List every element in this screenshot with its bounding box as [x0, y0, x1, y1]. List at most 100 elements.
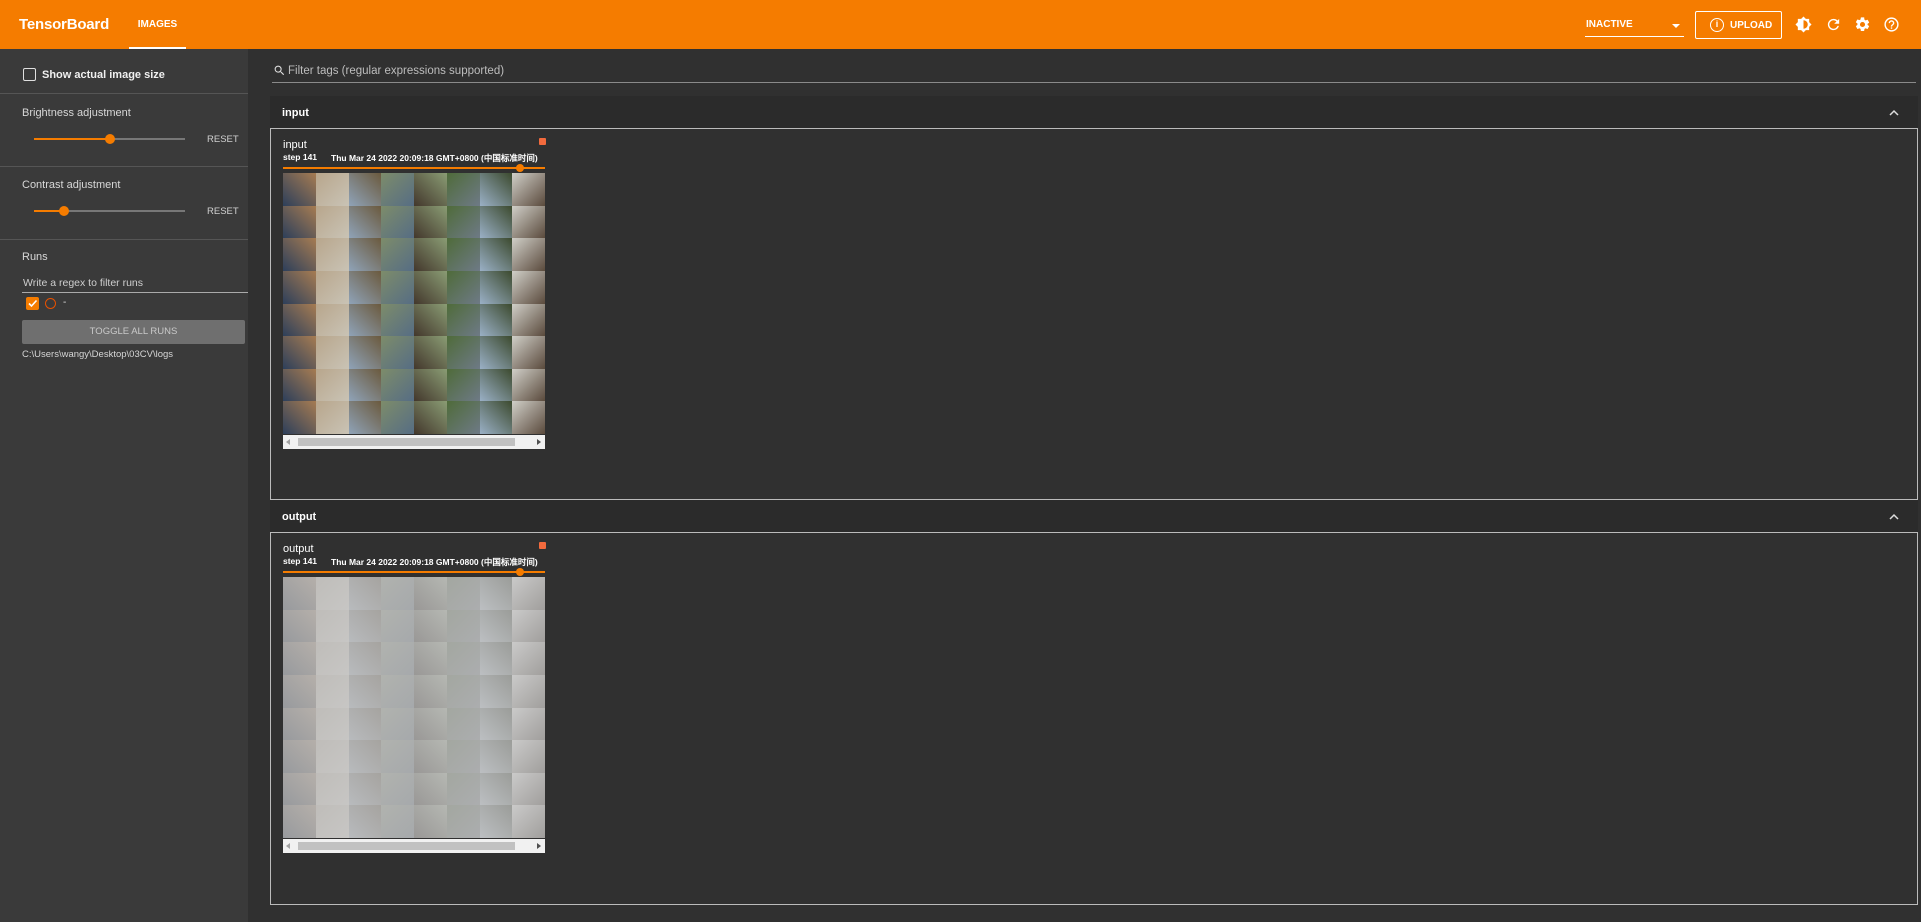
run-color-icon[interactable]: [45, 298, 56, 309]
image-thumbnail: [479, 707, 513, 741]
image-thumbnail: [512, 642, 545, 675]
image-thumbnail: [315, 642, 349, 675]
image-thumbnail: [479, 173, 513, 206]
upload-button[interactable]: i UPLOAD: [1695, 11, 1782, 39]
search-icon: [274, 65, 285, 76]
tag-group-header[interactable]: output: [270, 500, 1918, 533]
image-thumbnail: [315, 270, 349, 304]
image-thumbnail: [414, 740, 447, 773]
chevron-up-icon[interactable]: [1888, 108, 1900, 118]
image-thumbnail: [512, 577, 545, 610]
show-actual-size-checkbox[interactable]: [23, 68, 36, 81]
refresh-icon[interactable]: [1825, 16, 1842, 33]
slider-track: [283, 167, 545, 169]
image-thumbnail: [381, 270, 414, 304]
image-thumbnail: [479, 401, 513, 434]
image-grid: [283, 173, 545, 434]
image-thumbnail: [446, 674, 480, 708]
image-thumbnail: [414, 238, 447, 271]
image-thumbnail: [479, 336, 513, 369]
image-thumbnail: [283, 772, 316, 806]
image-grid-container: [283, 577, 545, 838]
image-thumbnail: [479, 303, 513, 337]
image-thumbnail: [348, 805, 382, 838]
image-thumbnail: [446, 336, 480, 369]
image-thumbnail: [283, 577, 316, 610]
image-thumbnail: [348, 336, 382, 369]
image-thumbnail: [381, 609, 414, 643]
brightness-slider[interactable]: [34, 133, 185, 145]
toggle-all-runs-button[interactable]: TOGGLE ALL RUNS: [22, 320, 245, 344]
image-thumbnail: [315, 303, 349, 337]
tag-group-output: output output step 141 Thu Mar 24 2022 2…: [270, 500, 1918, 905]
contrast-reset-button[interactable]: RESET: [207, 206, 239, 217]
brightness-reset-button[interactable]: RESET: [207, 134, 239, 145]
image-thumbnail: [446, 270, 480, 304]
image-thumbnail: [414, 173, 447, 206]
help-icon[interactable]: [1883, 16, 1900, 33]
tag-group-title: input: [282, 107, 309, 119]
slider-thumb[interactable]: [59, 206, 70, 216]
slider-thumb[interactable]: [104, 134, 115, 144]
scroll-right-icon[interactable]: [537, 843, 541, 849]
contrast-slider[interactable]: [34, 205, 185, 217]
image-thumbnail: [381, 740, 414, 773]
image-thumbnail: [315, 772, 349, 806]
image-thumbnail: [381, 336, 414, 369]
scroll-left-icon[interactable]: [286, 843, 290, 849]
horizontal-scrollbar[interactable]: [283, 839, 545, 853]
image-thumbnail: [446, 205, 480, 239]
tag-group-input: input input step 141 Thu Mar 24 2022 20:…: [270, 96, 1918, 500]
image-thumbnail: [479, 270, 513, 304]
run-checkbox[interactable]: [26, 297, 39, 310]
image-thumbnail: [446, 707, 480, 741]
sidebar-divider: [0, 166, 248, 167]
image-thumbnail: [381, 205, 414, 239]
chevron-down-icon: [1672, 24, 1680, 28]
chevron-up-icon[interactable]: [1888, 512, 1900, 522]
image-thumbnail: [512, 368, 545, 402]
step-slider[interactable]: [283, 164, 545, 172]
run-item[interactable]: -: [26, 297, 86, 311]
image-thumbnail: [315, 336, 349, 369]
image-thumbnail: [315, 609, 349, 643]
slider-thumb[interactable]: [516, 568, 524, 576]
scroll-left-icon[interactable]: [286, 439, 290, 445]
tab-images[interactable]: IMAGES: [129, 0, 186, 49]
horizontal-scrollbar[interactable]: [283, 435, 545, 449]
image-thumbnail: [479, 238, 513, 271]
contrast-title: Contrast adjustment: [22, 179, 121, 191]
runs-filter-input[interactable]: Write a regex to filter runs: [22, 275, 248, 293]
image-thumbnail: [512, 674, 545, 708]
theme-toggle-icon[interactable]: [1795, 16, 1812, 33]
info-icon: i: [1710, 18, 1724, 32]
scrollbar-thumb[interactable]: [298, 842, 515, 850]
image-thumbnail: [283, 609, 316, 643]
slider-fill: [34, 138, 110, 140]
tag-group-header[interactable]: input: [270, 96, 1918, 129]
scrollbar-thumb[interactable]: [298, 438, 515, 446]
tag-filter-placeholder: Filter tags (regular expressions support…: [288, 65, 505, 77]
image-thumbnail: [446, 609, 480, 643]
image-thumbnail: [315, 577, 349, 610]
inactive-dashboards-select[interactable]: INACTIVE: [1585, 15, 1684, 37]
image-thumbnail: [446, 401, 480, 434]
image-thumbnail: [512, 173, 545, 206]
slider-thumb[interactable]: [516, 164, 524, 172]
settings-icon[interactable]: [1854, 16, 1871, 33]
image-card-tag: input: [283, 139, 307, 151]
image-thumbnail: [283, 707, 316, 741]
image-thumbnail: [512, 270, 545, 304]
image-thumbnail: [381, 577, 414, 610]
scroll-right-icon[interactable]: [537, 439, 541, 445]
tag-group-body: input step 141 Thu Mar 24 2022 20:09:18 …: [270, 129, 1918, 500]
image-card-step: step 141: [283, 152, 318, 162]
step-slider[interactable]: [283, 568, 545, 576]
image-thumbnail: [381, 805, 414, 838]
show-actual-size-label: Show actual image size: [42, 69, 165, 81]
tag-group-body: output step 141 Thu Mar 24 2022 20:09:18…: [270, 533, 1918, 905]
image-thumbnail: [479, 205, 513, 239]
image-thumbnail: [283, 270, 316, 304]
image-thumbnail: [283, 674, 316, 708]
tag-filter-input[interactable]: Filter tags (regular expressions support…: [272, 61, 1916, 83]
